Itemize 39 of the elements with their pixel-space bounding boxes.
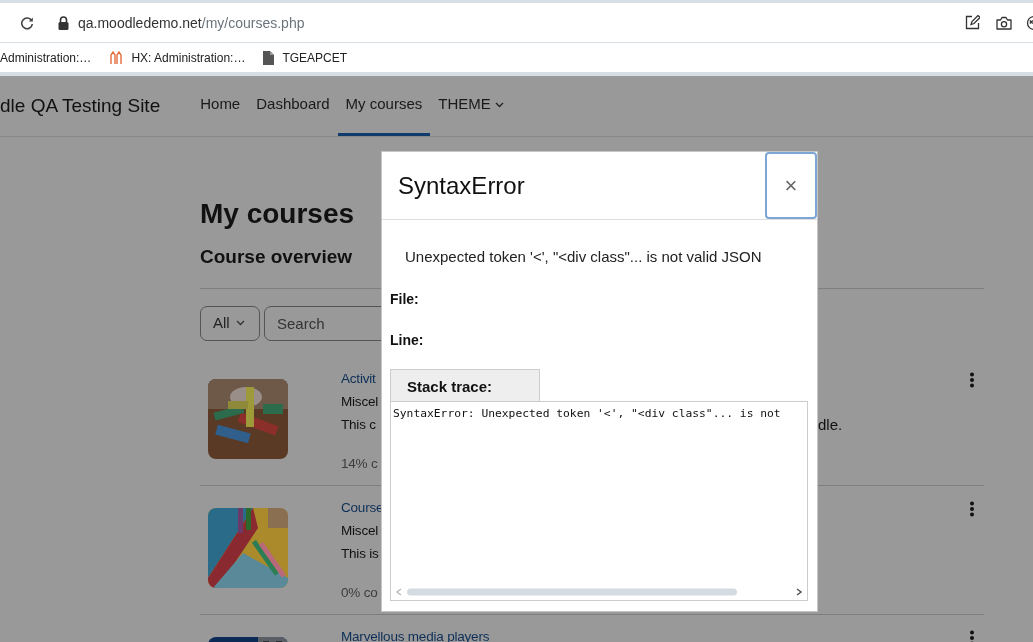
nav-link[interactable]: Dashboard bbox=[248, 76, 338, 136]
course-summary: dle. bbox=[818, 414, 843, 435]
document-icon[interactable] bbox=[263, 50, 275, 65]
error-message: Unexpected token '<', "<div class"... is not valid JSON bbox=[405, 247, 763, 267]
filter-dropdown[interactable]: All bbox=[200, 305, 260, 341]
more-options-icon[interactable] bbox=[969, 371, 975, 388]
site-name[interactable]: dle QA Testing Site bbox=[0, 91, 161, 121]
more-options-icon[interactable] bbox=[969, 629, 975, 642]
course-summary: This c bbox=[341, 415, 376, 434]
edit-icon[interactable] bbox=[965, 15, 980, 30]
bookmark-logo-icon[interactable] bbox=[109, 50, 124, 65]
url-path: /my/courses.php bbox=[201, 14, 305, 31]
bookmark-link[interactable]: Administration:… bbox=[0, 48, 92, 67]
course-category: Miscel bbox=[341, 521, 379, 540]
close-icon[interactable] bbox=[1026, 14, 1033, 31]
bookmark-link[interactable]: TGEAPCET bbox=[282, 48, 348, 67]
page-title: My courses bbox=[200, 197, 355, 231]
course-category: Miscel bbox=[341, 392, 379, 411]
lock-icon bbox=[58, 15, 69, 30]
url-host: qa.moodledemo.net bbox=[78, 14, 202, 31]
stack-trace-text: SyntaxError: Unexpected token '<', "<div class"... is not bbox=[393, 405, 782, 422]
dialog-title: SyntaxError bbox=[398, 170, 525, 201]
completion-text: 0% co bbox=[341, 583, 378, 602]
stack-trace-tab[interactable]: Stack trace: bbox=[390, 368, 540, 401]
reload-icon[interactable] bbox=[20, 15, 34, 30]
nav-link[interactable]: Home bbox=[192, 76, 249, 136]
close-button[interactable]: × bbox=[765, 152, 817, 219]
section-heading: Course overview bbox=[200, 245, 353, 269]
completion-text: 14% c bbox=[341, 454, 378, 473]
caret-icon bbox=[235, 320, 245, 326]
nav-link[interactable]: My courses bbox=[337, 76, 431, 136]
horizontal-scrollbar[interactable] bbox=[393, 586, 805, 597]
camera-icon[interactable] bbox=[996, 15, 1012, 30]
bookmark-link[interactable]: HX: Administration:… bbox=[131, 48, 246, 67]
course-link[interactable]: Course bbox=[341, 495, 384, 519]
nav-dropdown[interactable]: THEME bbox=[430, 76, 512, 136]
more-options-icon[interactable] bbox=[969, 500, 975, 517]
course-link[interactable]: Activit bbox=[341, 366, 376, 390]
course-summary: This is bbox=[341, 544, 379, 563]
